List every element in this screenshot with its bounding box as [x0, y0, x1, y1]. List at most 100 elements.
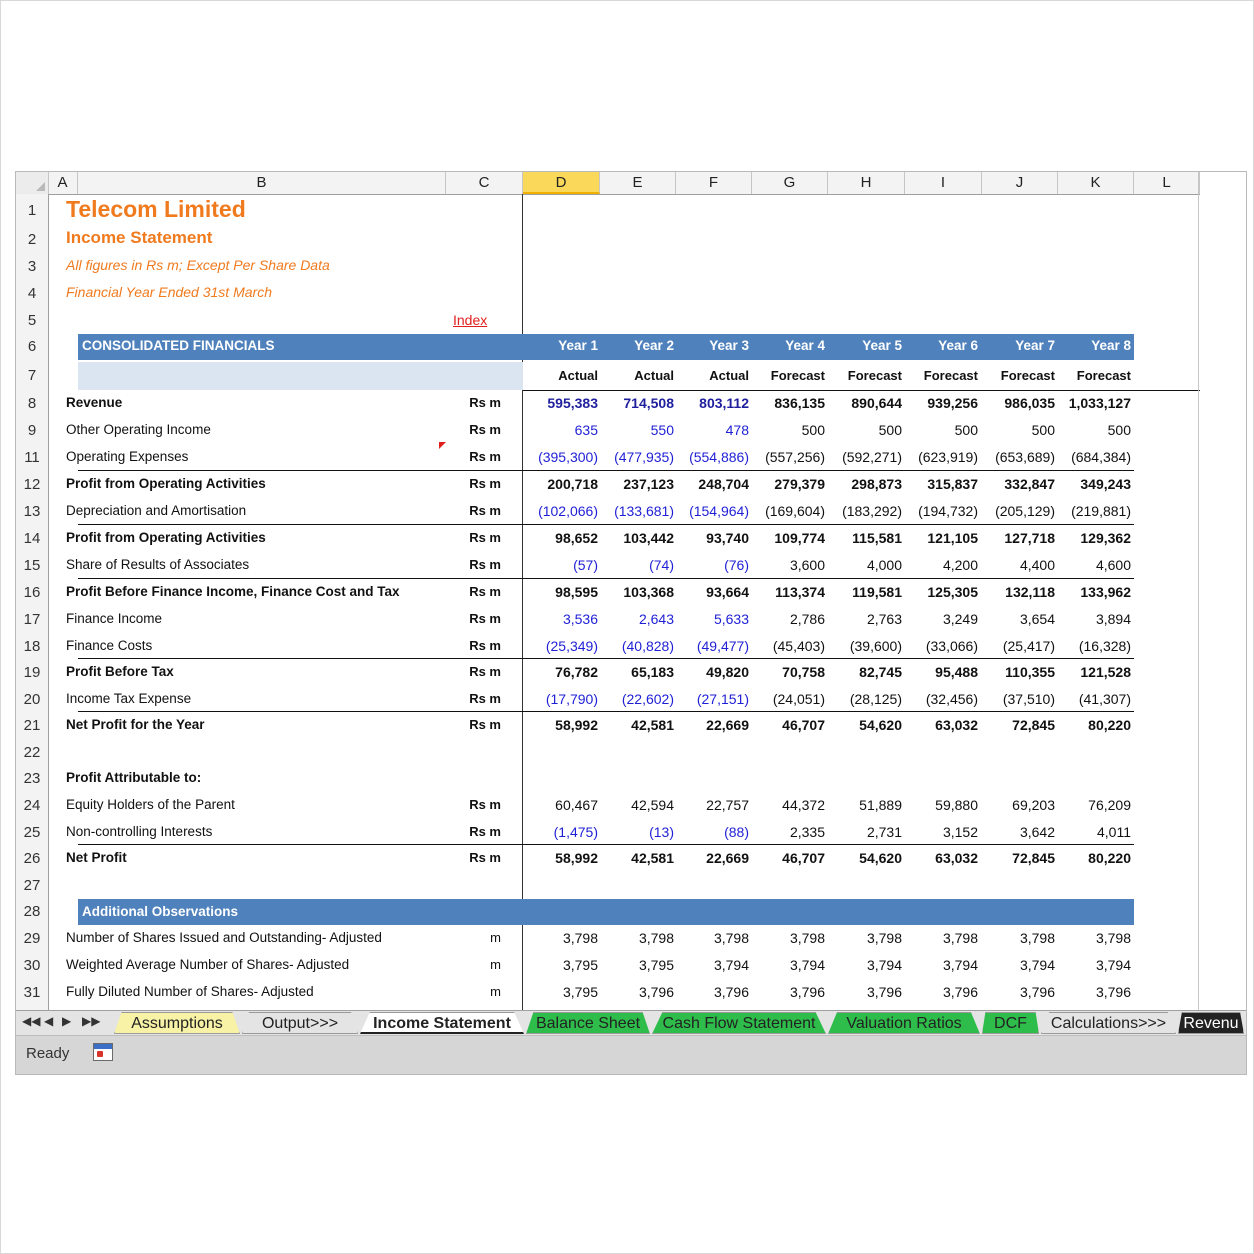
value-cell[interactable]: 3,794 — [677, 957, 749, 973]
value-cell[interactable]: 3,796 — [830, 984, 902, 1000]
column-header-g[interactable]: G — [752, 172, 828, 194]
value-cell[interactable]: 2,643 — [602, 611, 674, 627]
value-cell[interactable]: 3,796 — [906, 984, 978, 1000]
cell-grid[interactable]: Telecom Limited Income Statement All figur… — [49, 194, 1200, 1010]
value-cell[interactable]: 44,372 — [753, 797, 825, 813]
column-header-i[interactable]: I — [905, 172, 982, 194]
value-cell[interactable]: 803,112 — [677, 395, 749, 411]
value-cell[interactable]: 59,880 — [906, 797, 978, 813]
value-cell[interactable]: 3,795 — [602, 957, 674, 973]
value-cell[interactable]: (623,919) — [906, 449, 978, 465]
value-cell[interactable]: 200,718 — [526, 476, 598, 492]
value-cell[interactable]: 2,335 — [753, 824, 825, 840]
row-header-19[interactable]: 19 — [16, 664, 48, 682]
value-cell[interactable]: 500 — [906, 422, 978, 438]
value-cell[interactable]: 46,707 — [753, 850, 825, 866]
value-cell[interactable]: 3,794 — [983, 957, 1055, 973]
value-cell[interactable]: 49,820 — [677, 664, 749, 680]
value-cell[interactable]: 4,200 — [906, 557, 978, 573]
value-cell[interactable]: 51,889 — [830, 797, 902, 813]
column-header-d[interactable]: D — [523, 172, 600, 194]
value-cell[interactable]: 129,362 — [1059, 530, 1131, 546]
value-cell[interactable]: 248,704 — [677, 476, 749, 492]
row-header-15[interactable]: 15 — [16, 557, 48, 575]
value-cell[interactable]: 125,305 — [906, 584, 978, 600]
value-cell[interactable]: 836,135 — [753, 395, 825, 411]
value-cell[interactable]: 3,794 — [906, 957, 978, 973]
value-cell[interactable]: 4,600 — [1059, 557, 1131, 573]
sheet-tab[interactable]: Assumptions — [114, 1012, 240, 1034]
value-cell[interactable]: 3,796 — [753, 984, 825, 1000]
value-cell[interactable]: 133,962 — [1059, 584, 1131, 600]
column-header-f[interactable]: F — [676, 172, 752, 194]
value-cell[interactable]: 113,374 — [753, 584, 825, 600]
row-header-12[interactable]: 12 — [16, 476, 48, 494]
value-cell[interactable]: 119,581 — [830, 584, 902, 600]
value-cell[interactable]: 3,894 — [1059, 611, 1131, 627]
row-header-26[interactable]: 26 — [16, 850, 48, 868]
value-cell[interactable]: 3,794 — [830, 957, 902, 973]
value-cell[interactable]: (28,125) — [830, 691, 902, 707]
value-cell[interactable]: 3,798 — [1059, 930, 1131, 946]
macro-record-icon[interactable] — [93, 1043, 113, 1061]
value-cell[interactable]: 939,256 — [906, 395, 978, 411]
row-header-23[interactable]: 23 — [16, 770, 48, 788]
next-sheet-icon[interactable]: ▶ — [62, 1014, 71, 1028]
row-header-30[interactable]: 30 — [16, 957, 48, 975]
value-cell[interactable]: (49,477) — [677, 638, 749, 654]
value-cell[interactable]: 315,837 — [906, 476, 978, 492]
row-header-6[interactable]: 6 — [16, 338, 48, 356]
sheet-tab[interactable]: Revenu — [1178, 1012, 1244, 1034]
row-header-5[interactable]: 5 — [16, 312, 48, 330]
value-cell[interactable]: 98,652 — [526, 530, 598, 546]
value-cell[interactable]: 4,400 — [983, 557, 1055, 573]
value-cell[interactable]: 237,123 — [602, 476, 674, 492]
value-cell[interactable]: 500 — [983, 422, 1055, 438]
value-cell[interactable]: (102,066) — [526, 503, 598, 519]
value-cell[interactable]: 76,209 — [1059, 797, 1131, 813]
value-cell[interactable]: (13) — [602, 824, 674, 840]
value-cell[interactable]: 54,620 — [830, 850, 902, 866]
value-cell[interactable]: 3,798 — [602, 930, 674, 946]
value-cell[interactable]: 3,796 — [983, 984, 1055, 1000]
value-cell[interactable]: 42,581 — [602, 850, 674, 866]
row-header-24[interactable]: 24 — [16, 797, 48, 815]
column-header-e[interactable]: E — [600, 172, 676, 194]
value-cell[interactable]: 95,488 — [906, 664, 978, 680]
value-cell[interactable]: (16,328) — [1059, 638, 1131, 654]
row-header-29[interactable]: 29 — [16, 930, 48, 948]
value-cell[interactable]: 890,644 — [830, 395, 902, 411]
value-cell[interactable]: (684,384) — [1059, 449, 1131, 465]
value-cell[interactable]: (22,602) — [602, 691, 674, 707]
sheet-tab[interactable]: Cash Flow Statement — [652, 1012, 826, 1034]
value-cell[interactable]: (1,475) — [526, 824, 598, 840]
value-cell[interactable]: 22,757 — [677, 797, 749, 813]
column-header-c[interactable]: C — [446, 172, 523, 194]
value-cell[interactable]: 3,152 — [906, 824, 978, 840]
value-cell[interactable]: 3,794 — [1059, 957, 1131, 973]
value-cell[interactable]: (592,271) — [830, 449, 902, 465]
row-header-31[interactable]: 31 — [16, 984, 48, 1002]
value-cell[interactable]: (557,256) — [753, 449, 825, 465]
row-header-16[interactable]: 16 — [16, 584, 48, 602]
value-cell[interactable]: 500 — [753, 422, 825, 438]
value-cell[interactable]: 3,796 — [1059, 984, 1131, 1000]
value-cell[interactable]: 3,795 — [526, 984, 598, 1000]
value-cell[interactable]: 93,740 — [677, 530, 749, 546]
value-cell[interactable]: 132,118 — [983, 584, 1055, 600]
value-cell[interactable]: (133,681) — [602, 503, 674, 519]
value-cell[interactable]: 3,654 — [983, 611, 1055, 627]
sheet-tab[interactable]: Calculations>>> — [1041, 1012, 1176, 1034]
value-cell[interactable]: 3,796 — [602, 984, 674, 1000]
value-cell[interactable]: 22,669 — [677, 850, 749, 866]
value-cell[interactable]: 82,745 — [830, 664, 902, 680]
value-cell[interactable]: (653,689) — [983, 449, 1055, 465]
value-cell[interactable]: 635 — [526, 422, 598, 438]
column-header-h[interactable]: H — [828, 172, 905, 194]
value-cell[interactable]: 3,798 — [526, 930, 598, 946]
value-cell[interactable]: (554,886) — [677, 449, 749, 465]
value-cell[interactable]: (205,129) — [983, 503, 1055, 519]
value-cell[interactable]: 103,442 — [602, 530, 674, 546]
value-cell[interactable]: (395,300) — [526, 449, 598, 465]
row-header-17[interactable]: 17 — [16, 611, 48, 629]
